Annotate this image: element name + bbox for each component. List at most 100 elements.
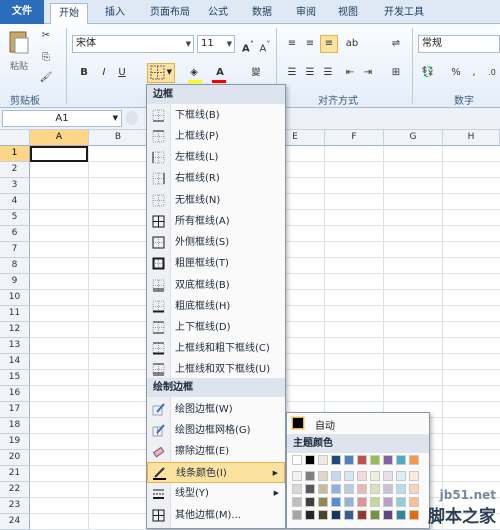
row-header[interactable]: 24 <box>0 514 30 530</box>
row-header[interactable]: 14 <box>0 354 30 370</box>
row-header[interactable]: 19 <box>0 434 30 450</box>
color-swatch[interactable] <box>383 497 393 507</box>
column-header[interactable]: H <box>443 130 500 146</box>
color-swatch[interactable] <box>292 510 302 520</box>
phonetic-icon[interactable]: 變 <box>248 65 264 81</box>
row-header[interactable]: 10 <box>0 290 30 306</box>
color-swatch[interactable] <box>370 455 380 465</box>
color-swatch[interactable] <box>331 497 341 507</box>
menu-item-outside-borders[interactable]: 外侧框线(S) <box>147 232 285 253</box>
active-cell[interactable] <box>30 146 88 162</box>
chevron-down-icon[interactable]: ▼ <box>186 36 191 52</box>
color-swatch[interactable] <box>305 510 315 520</box>
color-swatch[interactable] <box>409 484 419 494</box>
color-swatch[interactable] <box>331 471 341 481</box>
row-header[interactable]: 11 <box>0 306 30 322</box>
cut-icon[interactable]: ✂ <box>38 28 54 44</box>
borders-button[interactable]: ▼ <box>147 63 175 83</box>
color-swatch[interactable] <box>331 484 341 494</box>
menu-item-bottom-border[interactable]: 下框线(B) <box>147 105 285 126</box>
menu-item-top-border[interactable]: 上框线(P) <box>147 126 285 147</box>
row-header[interactable]: 18 <box>0 418 30 434</box>
color-swatch[interactable] <box>370 471 380 481</box>
color-swatch[interactable] <box>318 510 328 520</box>
number-format-select[interactable]: 常规 <box>418 35 500 53</box>
grow-font-icon[interactable]: A˄ <box>240 36 256 54</box>
tab-review[interactable]: 审阅 <box>288 3 324 24</box>
color-swatch[interactable] <box>396 510 406 520</box>
color-swatch[interactable] <box>318 484 328 494</box>
menu-item-thick-box-border[interactable]: 粗匣框线(T) <box>147 253 285 274</box>
automatic-color-option[interactable]: 自动 <box>287 413 429 434</box>
fill-color-icon[interactable]: ◈ <box>186 65 202 81</box>
color-swatch[interactable] <box>396 455 406 465</box>
column-header[interactable]: G <box>384 130 443 146</box>
tab-file[interactable]: 文件 <box>0 0 44 24</box>
increase-indent-icon[interactable]: ⇥ <box>360 65 376 81</box>
color-swatch[interactable] <box>305 471 315 481</box>
font-size-select[interactable]: 11 ▼ <box>197 35 235 53</box>
color-swatch[interactable] <box>383 471 393 481</box>
color-swatch[interactable] <box>357 471 367 481</box>
menu-item-top-bottom-border[interactable]: 上下框线(D) <box>147 317 285 338</box>
menu-item-no-border[interactable]: 无框线(N) <box>147 190 285 211</box>
color-swatch[interactable] <box>344 455 354 465</box>
tab-home[interactable]: 开始 <box>50 3 88 25</box>
row-header[interactable]: 7 <box>0 242 30 258</box>
color-swatch[interactable] <box>344 484 354 494</box>
bold-button[interactable]: B <box>76 65 92 81</box>
color-swatch[interactable] <box>331 455 341 465</box>
accounting-format-icon[interactable]: 💱 <box>420 65 436 81</box>
row-header[interactable]: 21 <box>0 466 30 482</box>
decrease-indent-icon[interactable]: ⇤ <box>342 65 358 81</box>
color-swatch[interactable] <box>292 471 302 481</box>
tab-page-layout[interactable]: 页面布局 <box>140 3 200 24</box>
color-swatch[interactable] <box>357 484 367 494</box>
color-swatch[interactable] <box>305 484 315 494</box>
wrap-text-icon[interactable]: ⇌ <box>388 36 404 52</box>
color-swatch[interactable] <box>331 510 341 520</box>
align-center-icon[interactable]: ☰ <box>302 65 318 81</box>
color-swatch[interactable] <box>370 497 380 507</box>
align-middle-icon[interactable]: ≡ <box>302 36 318 52</box>
italic-button[interactable]: I <box>96 65 112 81</box>
color-swatch[interactable] <box>409 497 419 507</box>
font-name-select[interactable]: 宋体 ▼ <box>72 35 194 53</box>
row-header[interactable]: 5 <box>0 210 30 226</box>
orientation-icon[interactable]: ab <box>344 36 360 52</box>
align-left-icon[interactable]: ☰ <box>284 65 300 81</box>
color-swatch[interactable] <box>318 455 328 465</box>
color-swatch[interactable] <box>396 471 406 481</box>
menu-item-top-double-bottom-border[interactable]: 上框线和双下框线(U) <box>147 359 285 380</box>
menu-item-left-border[interactable]: 左框线(L) <box>147 147 285 168</box>
color-swatch[interactable] <box>396 497 406 507</box>
name-box[interactable]: A1 ▼ <box>2 110 122 127</box>
color-swatch[interactable] <box>318 497 328 507</box>
column-header[interactable]: A <box>30 130 89 146</box>
font-color-icon[interactable]: A <box>212 65 228 81</box>
color-swatch[interactable] <box>383 510 393 520</box>
row-header[interactable]: 3 <box>0 178 30 194</box>
row-header[interactable]: 22 <box>0 482 30 498</box>
column-header[interactable]: B <box>89 130 148 146</box>
color-swatch[interactable] <box>357 510 367 520</box>
menu-item-draw-border[interactable]: 绘图边框(W) <box>147 399 285 420</box>
formula-bar-handle[interactable] <box>126 111 138 125</box>
menu-item-all-borders[interactable]: 所有框线(A) <box>147 211 285 232</box>
color-swatch[interactable] <box>357 497 367 507</box>
row-header[interactable]: 12 <box>0 322 30 338</box>
row-header[interactable]: 1 <box>0 146 30 162</box>
color-swatch[interactable] <box>292 455 302 465</box>
menu-item-line-color[interactable]: 线条颜色(I) ▶ <box>147 462 285 483</box>
row-header[interactable]: 16 <box>0 386 30 402</box>
color-swatch[interactable] <box>409 510 419 520</box>
format-painter-icon[interactable]: 🖌 <box>38 70 54 86</box>
row-header[interactable]: 23 <box>0 498 30 514</box>
color-swatch[interactable] <box>292 484 302 494</box>
color-swatch[interactable] <box>292 497 302 507</box>
shrink-font-icon[interactable]: A˅ <box>257 36 273 54</box>
color-swatch[interactable] <box>383 484 393 494</box>
row-header[interactable]: 6 <box>0 226 30 242</box>
row-header[interactable]: 15 <box>0 370 30 386</box>
menu-item-double-bottom-border[interactable]: 双底框线(B) <box>147 275 285 296</box>
